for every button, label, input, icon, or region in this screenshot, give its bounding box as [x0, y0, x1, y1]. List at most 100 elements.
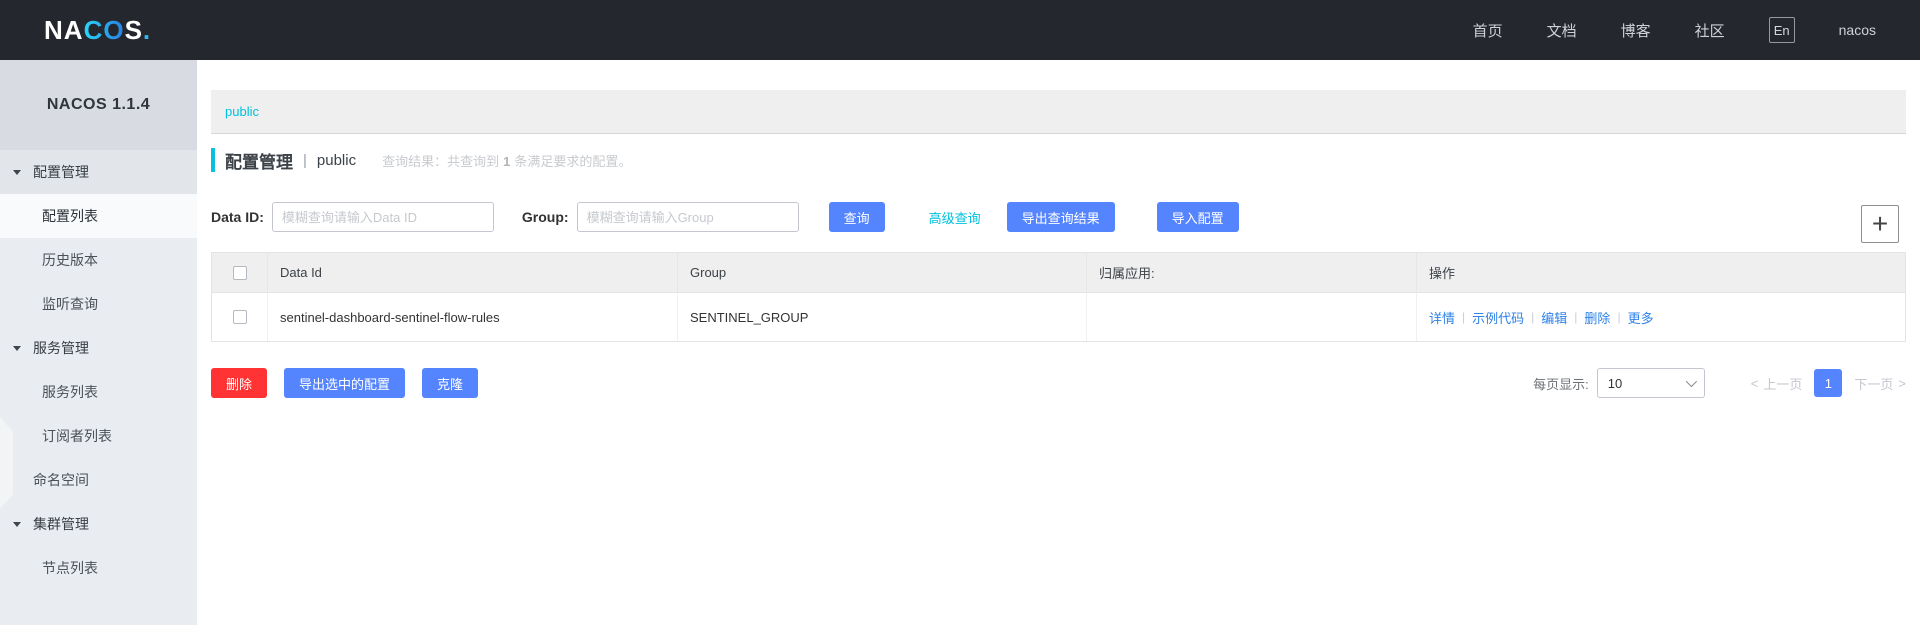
sample-code-link[interactable]: 示例代码	[1472, 308, 1524, 327]
sidebar-group-config[interactable]: 配置管理	[0, 150, 197, 194]
sidebar-group-label: 配置管理	[33, 164, 89, 180]
sidebar-item-namespace[interactable]: 命名空间	[0, 458, 197, 502]
chevron-left-icon: <	[1750, 375, 1759, 391]
next-page-label: 下一页	[1854, 376, 1894, 392]
plus-icon: +	[1871, 208, 1889, 239]
table-footer: 删除 导出选中的配置 克隆 每页显示: 10 < 上一页 1 下一页 >	[211, 368, 1906, 398]
title-separator: |	[303, 151, 307, 169]
clone-button[interactable]: 克隆	[422, 368, 479, 398]
header-checkbox-cell	[212, 253, 268, 292]
sidebar: NACOS 1.1.4 配置管理 配置列表 历史版本 监听查询 服务管理 服务列…	[0, 60, 197, 625]
sidebar-group-cluster[interactable]: 集群管理	[0, 502, 197, 546]
top-navbar: NA CO S. 首页 文档 博客 社区 En nacos	[0, 0, 1920, 60]
sidebar-item-config-list[interactable]: 配置列表	[0, 194, 197, 238]
sidebar-item-label: 服务列表	[42, 384, 98, 400]
query-result-suffix: 条满足要求的配置。	[514, 153, 632, 169]
operation-separator: |	[1617, 310, 1621, 324]
nav-link-docs[interactable]: 文档	[1547, 20, 1577, 41]
query-result-prefix: 查询结果：共查询到	[382, 153, 500, 169]
sidebar-item-label: 配置列表	[42, 208, 98, 224]
sidebar-item-label: 命名空间	[33, 472, 89, 488]
cell-application	[1087, 293, 1417, 341]
prev-page-button[interactable]: < 上一页	[1751, 374, 1803, 393]
delete-link[interactable]: 删除	[1584, 308, 1610, 327]
group-input[interactable]	[576, 202, 799, 232]
page-title-row: 配置管理 | public 查询结果：共查询到 1 条满足要求的配置。	[211, 147, 1906, 173]
page-title: 配置管理	[225, 152, 293, 172]
header-operations: 操作	[1429, 266, 1456, 281]
export-selected-button[interactable]: 导出选中的配置	[284, 368, 406, 398]
group-label: Group:	[521, 209, 569, 225]
navbar-links: 首页 文档 博客 社区 En nacos	[1473, 17, 1876, 43]
query-form: Data ID: Group: 查询 高级查询 导出查询结果 导入配置 +	[211, 201, 1906, 243]
title-accent-bar	[211, 148, 215, 172]
logo-text-s: S	[124, 14, 143, 45]
import-config-button[interactable]: 导入配置	[1156, 202, 1239, 232]
pager-nav: < 上一页 1 下一页 >	[1751, 369, 1906, 397]
cell-data-id: sentinel-dashboard-sentinel-flow-rules	[268, 293, 678, 341]
row-checkbox-cell	[212, 293, 268, 341]
sidebar-group-label: 服务管理	[33, 340, 89, 356]
row-checkbox[interactable]	[232, 310, 247, 324]
chevron-down-icon	[1685, 375, 1697, 388]
more-link[interactable]: 更多	[1628, 308, 1654, 327]
sidebar-item-label: 历史版本	[42, 252, 98, 268]
nav-link-blog[interactable]: 博客	[1621, 20, 1651, 41]
data-id-label: Data ID:	[211, 209, 264, 225]
detail-link[interactable]: 详情	[1429, 308, 1455, 327]
nacos-logo[interactable]: NA CO S.	[44, 15, 151, 46]
sidebar-item-label: 节点列表	[42, 560, 98, 576]
cell-operations: 详情 | 示例代码 | 编辑 | 删除 | 更多	[1417, 293, 1905, 341]
table-row: sentinel-dashboard-sentinel-flow-rules S…	[212, 293, 1905, 341]
sidebar-group-service[interactable]: 服务管理	[0, 326, 197, 370]
logo-dot: .	[142, 14, 152, 45]
export-query-results-button[interactable]: 导出查询结果	[1006, 202, 1115, 232]
page-size-value: 10	[1607, 375, 1623, 391]
table-header-row: Data Id Group 归属应用: 操作	[212, 253, 1905, 293]
sidebar-version-title: NACOS 1.1.4	[0, 60, 197, 150]
sidebar-item-label: 订阅者列表	[42, 428, 112, 444]
prev-page-label: 上一页	[1763, 376, 1803, 392]
sidebar-group-label: 集群管理	[33, 516, 89, 532]
advanced-query-link[interactable]: 高级查询	[929, 208, 981, 227]
sidebar-item-node-list[interactable]: 节点列表	[0, 546, 197, 590]
main-content: public 配置管理 | public 查询结果：共查询到 1 条满足要求的配置。…	[197, 60, 1920, 625]
header-application: 归属应用:	[1087, 253, 1417, 292]
title-namespace: public	[316, 151, 357, 169]
sidebar-item-service-list[interactable]: 服务列表	[0, 370, 197, 414]
namespace-public-link[interactable]: public	[225, 104, 259, 119]
caret-down-icon	[13, 345, 21, 351]
select-all-checkbox[interactable]	[232, 265, 247, 280]
batch-delete-button[interactable]: 删除	[211, 368, 268, 398]
nav-link-community[interactable]: 社区	[1695, 20, 1725, 41]
chevron-right-icon: >	[1898, 375, 1906, 391]
nav-link-home[interactable]: 首页	[1473, 20, 1503, 41]
operation-separator: |	[1574, 310, 1578, 324]
batch-actions: 删除 导出选中的配置 克隆	[211, 368, 479, 398]
page-size-select[interactable]: 10	[1596, 368, 1705, 398]
header-group: Group	[678, 253, 1087, 292]
username[interactable]: nacos	[1839, 22, 1876, 38]
sidebar-item-listening-query[interactable]: 监听查询	[0, 282, 197, 326]
pagination: 每页显示: 10 < 上一页 1 下一页 >	[1533, 368, 1906, 398]
edit-link[interactable]: 编辑	[1541, 308, 1567, 327]
operation-separator: |	[1462, 310, 1466, 324]
add-config-button[interactable]: +	[1861, 205, 1899, 243]
header-data-id: Data Id	[268, 253, 678, 292]
query-result-text: 查询结果：共查询到 1 条满足要求的配置。	[382, 151, 631, 170]
config-table: Data Id Group 归属应用: 操作 sentinel-dashboar…	[211, 252, 1906, 342]
data-id-input[interactable]	[271, 202, 494, 232]
operation-separator: |	[1531, 310, 1535, 324]
caret-down-icon	[13, 521, 21, 527]
sidebar-item-subscriber-list[interactable]: 订阅者列表	[0, 414, 197, 458]
sidebar-collapse-handle[interactable]	[0, 417, 13, 509]
search-button[interactable]: 查询	[828, 202, 885, 232]
query-result-count: 1	[503, 153, 511, 169]
nacos-console: NA CO S. 首页 文档 博客 社区 En nacos NACOS 1.1.4 …	[0, 0, 1920, 625]
page-size-label: 每页显示:	[1533, 376, 1589, 392]
current-page-button[interactable]: 1	[1814, 369, 1843, 397]
sidebar-item-history[interactable]: 历史版本	[0, 238, 197, 282]
next-page-button[interactable]: 下一页 >	[1854, 374, 1906, 393]
language-toggle[interactable]: En	[1768, 17, 1795, 43]
caret-down-icon	[13, 169, 21, 175]
